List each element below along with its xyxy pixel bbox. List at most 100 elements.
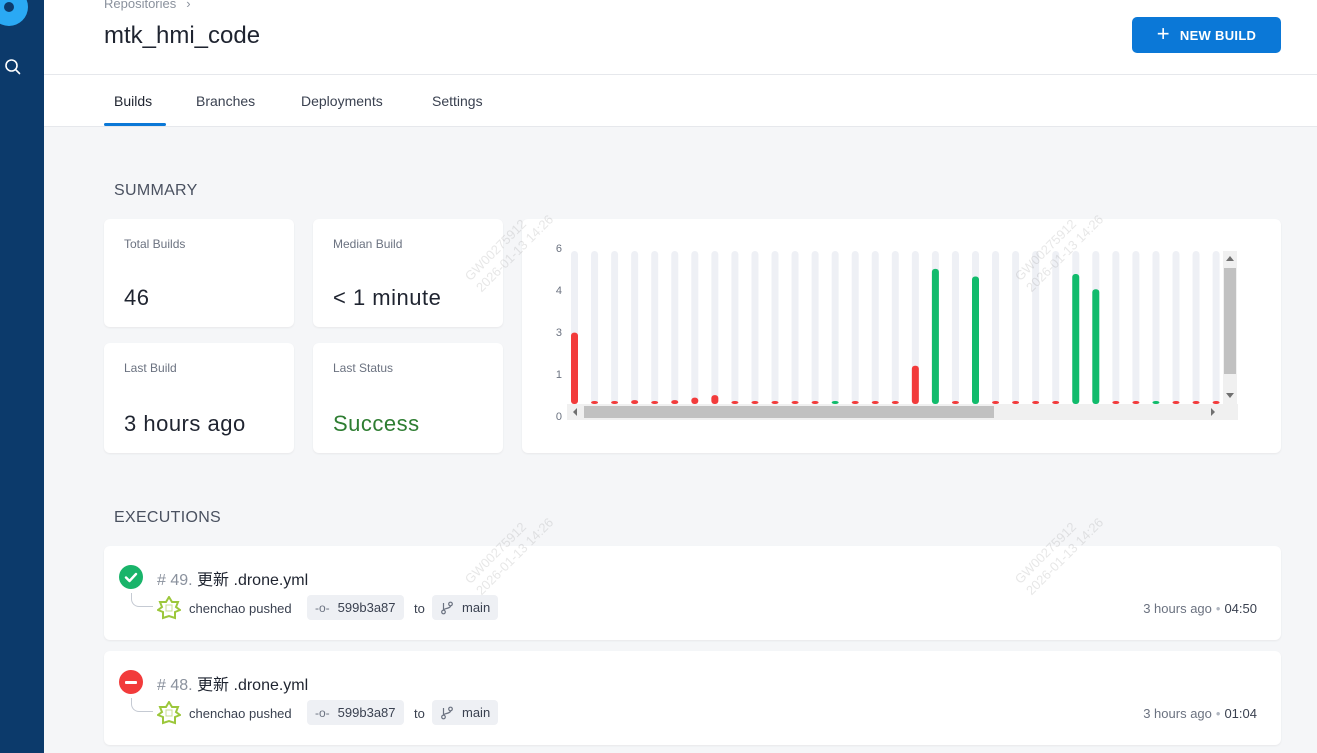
bar — [1072, 273, 1080, 404]
scrollbar-thumb — [584, 406, 994, 418]
branch-icon — [441, 601, 453, 614]
bar — [651, 401, 659, 404]
commit-author: chenchao pushed — [189, 706, 292, 721]
commit-sha: 599b3a87 — [337, 705, 396, 720]
bar-track — [1032, 251, 1040, 404]
bar — [871, 401, 879, 404]
plus-icon: + — [1156, 21, 1170, 46]
bar-track — [751, 251, 759, 404]
time-ago: 3 hours ago — [1143, 706, 1212, 721]
bar-track — [691, 251, 699, 404]
search-icon[interactable] — [4, 58, 22, 76]
tab-builds[interactable]: Builds — [114, 93, 152, 109]
tab-branches[interactable]: Branches — [196, 93, 255, 109]
avatar-icon — [157, 596, 181, 620]
bar-track — [791, 251, 799, 404]
bar — [571, 332, 578, 404]
bar-track — [731, 251, 739, 404]
breadcrumb[interactable]: Repositories › — [104, 0, 191, 11]
bar-track — [1012, 251, 1020, 404]
bar — [751, 401, 759, 404]
commit-pill[interactable]: -o- 599b3a87 — [307, 595, 404, 620]
commit-pill[interactable]: -o- 599b3a87 — [307, 700, 404, 725]
bar — [972, 276, 979, 404]
tab-settings[interactable]: Settings — [432, 93, 483, 109]
bar-track — [711, 251, 719, 404]
y-tick-label: 0 — [556, 411, 562, 423]
connector-line — [131, 698, 153, 712]
branch-pill[interactable]: main — [432, 700, 499, 725]
new-build-label: NEW BUILD — [1179, 27, 1257, 43]
bar-track — [1172, 251, 1180, 404]
branch-pill[interactable]: main — [432, 595, 499, 620]
bar-track — [891, 251, 899, 404]
bar — [992, 401, 1000, 404]
bar — [1012, 401, 1020, 404]
summary-title: SUMMARY — [114, 182, 198, 199]
commit-author: chenchao pushed — [189, 601, 292, 616]
execution-number: # 48. — [157, 677, 193, 694]
branch-name: main — [462, 705, 491, 720]
last-status-card: Last Status Success — [313, 343, 503, 453]
y-tick-label: 6 — [556, 243, 562, 255]
bar — [931, 268, 939, 404]
to-label: to — [414, 601, 425, 616]
breadcrumb-repositories[interactable]: Repositories — [104, 0, 176, 11]
bar — [851, 401, 859, 404]
total-builds-value: 46 — [124, 285, 150, 310]
chevron-right-icon: › — [186, 0, 191, 11]
bar-track — [1152, 251, 1160, 404]
execution-number: # 49. — [157, 572, 193, 589]
sidebar — [0, 0, 44, 753]
bar-track — [992, 251, 1000, 404]
connector-line — [131, 593, 153, 607]
last-build-label: Last Build — [124, 361, 177, 375]
execution-row[interactable]: # 49. 更新 .drone.yml chenchao pushed -o- … — [104, 546, 1281, 640]
bar — [731, 401, 739, 404]
y-tick-label: 4 — [556, 285, 562, 297]
bar — [1052, 401, 1060, 404]
branch-icon — [441, 706, 453, 719]
success-check-icon — [119, 565, 143, 589]
bar — [1172, 401, 1180, 404]
y-tick-label: 3 — [556, 327, 562, 339]
bar — [671, 400, 679, 404]
last-status-value: Success — [333, 411, 420, 436]
bar — [611, 401, 619, 404]
bar-track — [1112, 251, 1120, 404]
execution-title[interactable]: # 48. 更新 .drone.yml — [157, 671, 308, 695]
bar — [711, 395, 719, 404]
bar-track — [871, 251, 879, 404]
execution-title[interactable]: # 49. 更新 .drone.yml — [157, 566, 308, 590]
bar-track — [611, 251, 619, 404]
separator-dot: • — [1215, 601, 1221, 616]
failure-minus-icon — [119, 670, 143, 694]
bar-track — [1192, 251, 1200, 404]
tab-bar: Builds Branches Deployments Settings — [44, 75, 1317, 127]
duration: 01:04 — [1224, 706, 1257, 721]
bar — [771, 401, 779, 404]
last-build-card: Last Build 3 hours ago — [104, 343, 294, 453]
commit-sha: 599b3a87 — [337, 600, 396, 615]
commit-icon: -o- — [315, 600, 330, 615]
build-chart-card: 6 4 3 1 0 — [522, 219, 1281, 453]
execution-time: 3 hours ago • 01:04 — [1143, 706, 1257, 721]
bar-track — [811, 251, 819, 404]
header: Repositories › mtk_hmi_code + NEW BUILD — [44, 0, 1317, 75]
tab-deployments[interactable]: Deployments — [301, 93, 383, 109]
branch-name: main — [462, 600, 491, 615]
last-status-label: Last Status — [333, 361, 394, 375]
to-label: to — [414, 706, 425, 721]
bar — [911, 365, 919, 404]
execution-row[interactable]: # 48. 更新 .drone.yml chenchao pushed -o- … — [104, 651, 1281, 745]
separator-dot: • — [1215, 706, 1221, 721]
drone-logo-icon[interactable] — [0, 0, 28, 26]
new-build-button[interactable]: + NEW BUILD — [1132, 17, 1281, 53]
execution-message: 更新 .drone.yml — [197, 677, 309, 694]
bar — [1032, 401, 1040, 404]
total-builds-label: Total Builds — [124, 237, 186, 251]
bar-track — [851, 251, 859, 404]
bar-track — [651, 251, 659, 404]
bar — [591, 401, 599, 404]
bar — [1152, 401, 1160, 404]
